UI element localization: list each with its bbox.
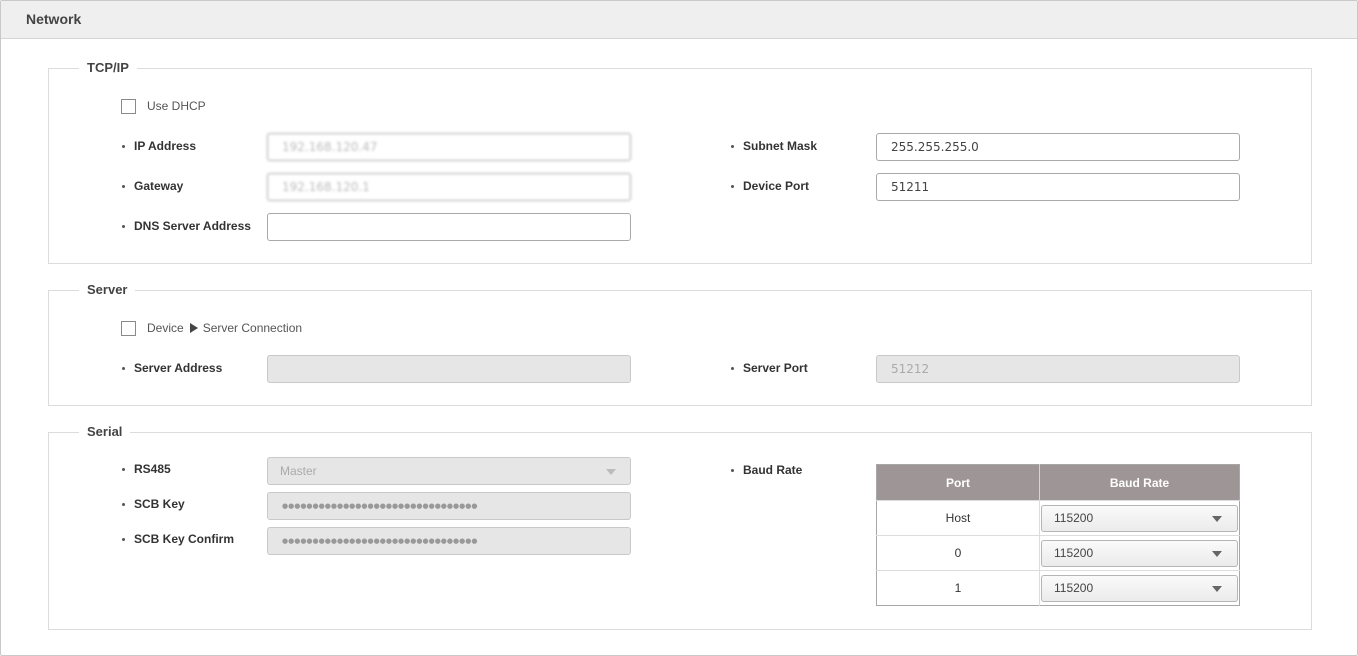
server-address-label-text: Server Address (134, 361, 223, 375)
tcpip-legend: TCP/IP (79, 60, 137, 76)
server-address-label: Server Address (122, 361, 222, 375)
port-cell: 1 (876, 570, 1040, 606)
bullet-icon (731, 144, 734, 148)
server-legend: Server (79, 282, 136, 298)
rs485-label-text: RS485 (134, 462, 171, 476)
tcpip-fieldset: TCP/IP (48, 60, 1312, 264)
ip-address-label: IP Address (122, 139, 196, 153)
server-address-input[interactable] (267, 355, 631, 383)
arrow-right-icon (189, 323, 198, 333)
rs485-select[interactable]: Master (267, 457, 631, 485)
server-port-input[interactable]: 51212 (876, 355, 1240, 383)
use-dhcp-checkbox[interactable] (121, 98, 136, 114)
baud-rate-cell: 115200 (1039, 535, 1240, 571)
server-connection-label-a: Device (147, 321, 184, 335)
gateway-label: Gateway (122, 179, 183, 193)
panel-title: Network (26, 11, 82, 27)
network-panel: Network TCP/IP Use DHCP IP Address 192.1… (0, 0, 1358, 656)
dns-label-text: DNS Server Address (134, 219, 251, 233)
server-connection-row: Device Server Connection (121, 320, 302, 336)
bullet-icon (122, 184, 125, 188)
bullet-icon (122, 502, 125, 506)
scb-key-input[interactable]: ●●●●●●●●●●●●●●●●●●●●●●●●●●●●●●●● (267, 492, 631, 520)
chevron-down-icon (1212, 515, 1222, 522)
baud-rate-cell: 115200 (1039, 570, 1240, 606)
chevron-down-icon (1212, 550, 1222, 557)
baud-rate-select-value: 115200 (1054, 580, 1094, 595)
scb-key-confirm-label: SCB Key Confirm (122, 532, 234, 546)
chevron-down-icon (606, 469, 616, 475)
baud-rate-cell: 115200 (1039, 500, 1240, 536)
ip-address-input[interactable]: 192.168.120.47 (267, 133, 631, 161)
baud-rate-label: Baud Rate (731, 463, 802, 477)
baud-rate-table: Port Baud Rate Host 115200 0 115200 1 11… (876, 464, 1240, 606)
bullet-icon (122, 224, 125, 228)
column-header-baud-rate: Baud Rate (1039, 464, 1240, 501)
device-port-label-text: Device Port (743, 179, 810, 193)
panel-header: Network (1, 1, 1357, 39)
baud-rate-select-host[interactable]: 115200 (1041, 504, 1238, 532)
bullet-icon (122, 467, 125, 471)
server-connection-label-b: Server Connection (202, 321, 303, 335)
server-fieldset: Server (48, 282, 1312, 406)
column-header-port: Port (876, 464, 1040, 501)
dns-label: DNS Server Address (122, 219, 251, 233)
bullet-icon (122, 537, 125, 541)
port-cell: 0 (876, 535, 1040, 571)
table-header-row: Port Baud Rate (876, 464, 1240, 501)
bullet-icon (122, 366, 125, 370)
baud-rate-select-0[interactable]: 115200 (1041, 539, 1238, 567)
subnet-mask-label: Subnet Mask (731, 139, 817, 153)
rs485-label: RS485 (122, 462, 171, 476)
table-row: Host 115200 (876, 500, 1240, 536)
baud-rate-select-1[interactable]: 115200 (1041, 574, 1238, 602)
ip-address-label-text: IP Address (134, 139, 197, 153)
use-dhcp-label: Use DHCP (147, 99, 206, 113)
baud-rate-select-value: 115200 (1054, 510, 1094, 525)
serial-legend: Serial (79, 424, 131, 440)
scb-key-confirm-input[interactable]: ●●●●●●●●●●●●●●●●●●●●●●●●●●●●●●●● (267, 527, 631, 555)
rs485-select-value: Master (280, 464, 317, 478)
bullet-icon (122, 144, 125, 148)
server-port-label-text: Server Port (743, 361, 808, 375)
dns-input[interactable] (267, 213, 631, 241)
scb-key-confirm-label-text: SCB Key Confirm (134, 532, 235, 546)
device-port-input[interactable]: 51211 (876, 173, 1240, 201)
use-dhcp-row: Use DHCP (121, 98, 206, 114)
table-row: 0 115200 (876, 535, 1240, 571)
gateway-label-text: Gateway (134, 179, 184, 193)
port-cell: Host (876, 500, 1040, 536)
subnet-mask-label-text: Subnet Mask (743, 139, 818, 153)
subnet-mask-input[interactable]: 255.255.255.0 (876, 133, 1240, 161)
baud-rate-select-value: 115200 (1054, 545, 1094, 560)
scb-key-label: SCB Key (122, 497, 185, 511)
bullet-icon (731, 184, 734, 188)
device-port-label: Device Port (731, 179, 809, 193)
table-row: 1 115200 (876, 570, 1240, 606)
bullet-icon (731, 468, 734, 472)
server-port-label: Server Port (731, 361, 808, 375)
bullet-icon (731, 366, 734, 370)
gateway-input[interactable]: 192.168.120.1 (267, 173, 631, 201)
server-connection-checkbox[interactable] (121, 320, 136, 336)
scb-key-label-text: SCB Key (134, 497, 185, 511)
baud-rate-label-text: Baud Rate (743, 463, 803, 477)
chevron-down-icon (1212, 585, 1222, 592)
